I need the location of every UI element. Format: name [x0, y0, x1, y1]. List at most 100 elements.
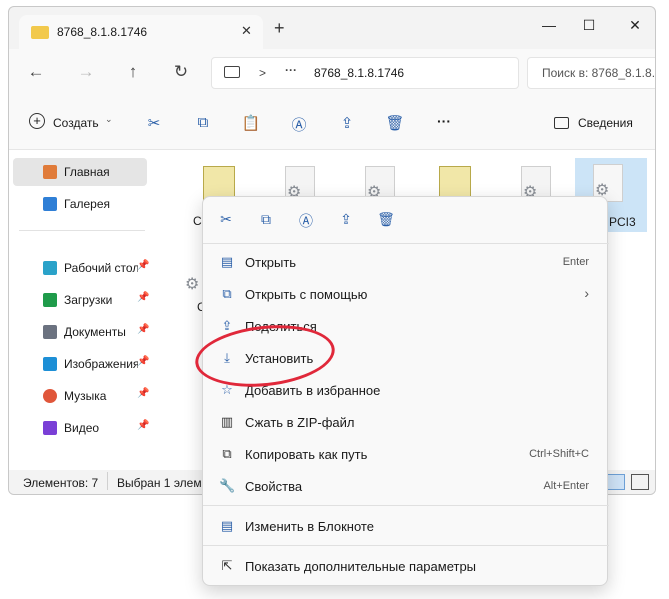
menu-item-properties[interactable]: 🔧 Свойства Alt+Enter: [209, 471, 603, 501]
tab-close-button[interactable]: ✕: [241, 23, 252, 39]
tab-current-folder[interactable]: 8768_8.1.8.1746 ✕: [19, 15, 263, 49]
details-pane-icon: [554, 117, 569, 129]
breadcrumb-path[interactable]: 8768_8.1.8.1746: [314, 66, 404, 80]
menu-item-label: Показать дополнительные параметры: [245, 559, 477, 574]
menu-item-label: Открыть: [245, 255, 297, 270]
pin-icon: 📌: [137, 292, 150, 303]
home-icon: [43, 165, 57, 179]
sidebar-item-home[interactable]: Главная: [13, 158, 147, 186]
sidebar-item-music[interactable]: Музыка 📌: [13, 382, 150, 410]
menu-item-open[interactable]: ▤ Открыть Enter: [209, 247, 603, 277]
chevron-right-icon: ›: [584, 285, 589, 301]
file-label: PCI3: [609, 215, 636, 229]
rename-icon[interactable]: Ⓐ: [288, 114, 310, 134]
items-count: Элементов: 7: [23, 476, 99, 490]
sidebar-divider: [19, 230, 145, 231]
video-icon: [43, 421, 57, 435]
delete-icon[interactable]: 🗑: [375, 211, 397, 229]
menu-item-shortcut: Alt+Enter: [543, 480, 589, 492]
back-button[interactable]: ←: [25, 63, 47, 81]
menu-item-edit-notepad[interactable]: ▤ Изменить в Блокноте: [209, 511, 603, 541]
menu-item-label: Сжать в ZIP-файл: [245, 415, 355, 430]
maximize-button[interactable]: ☐: [579, 17, 599, 34]
tab-title: 8768_8.1.8.1746: [57, 25, 148, 39]
open-with-icon: ⧉: [222, 286, 232, 301]
zip-icon: ▥: [220, 414, 234, 429]
delete-icon[interactable]: 🗑: [384, 114, 406, 132]
cut-icon[interactable]: ✂: [215, 211, 237, 229]
menu-item-open-with[interactable]: ⧉ Открыть с помощью ›: [209, 279, 603, 309]
tiles-view-icon[interactable]: [631, 474, 649, 490]
sidebar-item-label: Галерея: [64, 197, 111, 211]
sidebar-item-pictures[interactable]: Изображения 📌: [13, 350, 150, 378]
new-button[interactable]: Создать: [53, 116, 99, 130]
notepad-icon: ▤: [220, 254, 234, 269]
gallery-icon: [43, 197, 57, 211]
sidebar-item-label: Загрузки: [64, 293, 113, 307]
menu-item-compress-zip[interactable]: ▥ Сжать в ZIP-файл: [209, 407, 603, 437]
monitor-icon: [224, 66, 240, 78]
breadcrumb-more-button[interactable]: ···: [285, 63, 297, 77]
folder-icon: [31, 26, 49, 39]
sidebar-item-desktop[interactable]: Рабочий стол 📌: [13, 254, 150, 282]
sidebar-item-videos[interactable]: Видео 📌: [13, 414, 150, 442]
sidebar-scrollbar[interactable]: [149, 156, 157, 466]
new-tab-button[interactable]: +: [274, 19, 285, 37]
sidebar-item-documents[interactable]: Документы 📌: [13, 318, 150, 346]
menu-item-shortcut: Enter: [562, 256, 589, 268]
wrench-icon: 🔧: [219, 478, 236, 493]
plus-circle-icon: +: [29, 113, 45, 129]
music-icon: [43, 389, 57, 403]
up-button[interactable]: ↑: [122, 63, 144, 81]
search-input[interactable]: Поиск в: 8768_8.1.8.1746: [527, 57, 656, 89]
breadcrumb-arrow-icon: >: [259, 66, 267, 80]
close-window-button[interactable]: ✕: [625, 17, 645, 34]
menu-separator: [203, 243, 609, 244]
pin-icon: 📌: [137, 324, 150, 335]
file-label: С: [193, 214, 202, 228]
address-bar[interactable]: > ··· 8768_8.1.8.1746: [211, 57, 519, 89]
navigation-bar: ← → ↑ ↻ > ··· 8768_8.1.8.1746 Поиск в: 8…: [9, 49, 656, 97]
sidebar-item-label: Музыка: [64, 389, 107, 403]
search-placeholder: Поиск в: 8768_8.1.8.1746: [542, 66, 656, 80]
pin-icon: 📌: [137, 356, 150, 367]
menu-separator: [203, 545, 609, 546]
pin-icon: 📌: [137, 388, 150, 399]
menu-item-label: Свойства: [245, 479, 303, 494]
pin-icon: 📌: [137, 260, 150, 271]
refresh-button[interactable]: ↻: [170, 63, 192, 81]
desktop-icon: [43, 261, 57, 275]
status-divider: [107, 472, 108, 490]
menu-separator: [203, 505, 609, 506]
details-view-icon[interactable]: [607, 474, 625, 490]
selection-count: Выбран 1 элем: [117, 476, 202, 490]
menu-item-label: Открыть с помощью: [245, 287, 368, 302]
menu-item-copy-path[interactable]: ⧉ Копировать как путь Ctrl+Shift+C: [209, 439, 603, 469]
sidebar-item-label: Документы: [64, 325, 126, 339]
chevron-down-icon: ⌄: [105, 114, 113, 124]
external-icon: ⇱: [221, 558, 233, 573]
menu-item-shortcut: Ctrl+Shift+C: [529, 448, 589, 460]
download-icon: [43, 293, 57, 307]
gear-icon: ⚙: [185, 276, 200, 293]
forward-button[interactable]: →: [75, 63, 97, 81]
sidebar-item-downloads[interactable]: Загрузки 📌: [13, 286, 150, 314]
notepad-icon: ▤: [220, 518, 234, 533]
cut-icon[interactable]: ✂: [143, 114, 165, 132]
details-button[interactable]: Сведения: [578, 116, 633, 130]
context-menu: ✂ ⧉ Ⓐ ⇪ 🗑 ▤ Открыть Enter ⧉ Открыть с по…: [202, 196, 609, 586]
more-options-button[interactable]: ···: [437, 113, 451, 129]
sidebar-item-gallery[interactable]: Галерея: [13, 190, 147, 218]
share-icon[interactable]: ⇪: [335, 211, 357, 229]
pin-icon: 📌: [137, 420, 150, 431]
menu-item-show-more-options[interactable]: ⇱ Показать дополнительные параметры: [209, 551, 603, 581]
sidebar-item-label: Видео: [64, 421, 100, 435]
rename-icon[interactable]: Ⓐ: [295, 211, 317, 229]
copy-icon[interactable]: ⧉: [255, 211, 277, 229]
minimize-button[interactable]: —: [539, 17, 559, 33]
copy-path-icon: ⧉: [222, 446, 232, 461]
copy-icon[interactable]: ⧉: [192, 114, 214, 132]
share-icon[interactable]: ⇪: [336, 114, 358, 132]
paste-icon[interactable]: 📋: [240, 114, 262, 132]
sidebar-item-label: Изображения: [64, 357, 138, 371]
